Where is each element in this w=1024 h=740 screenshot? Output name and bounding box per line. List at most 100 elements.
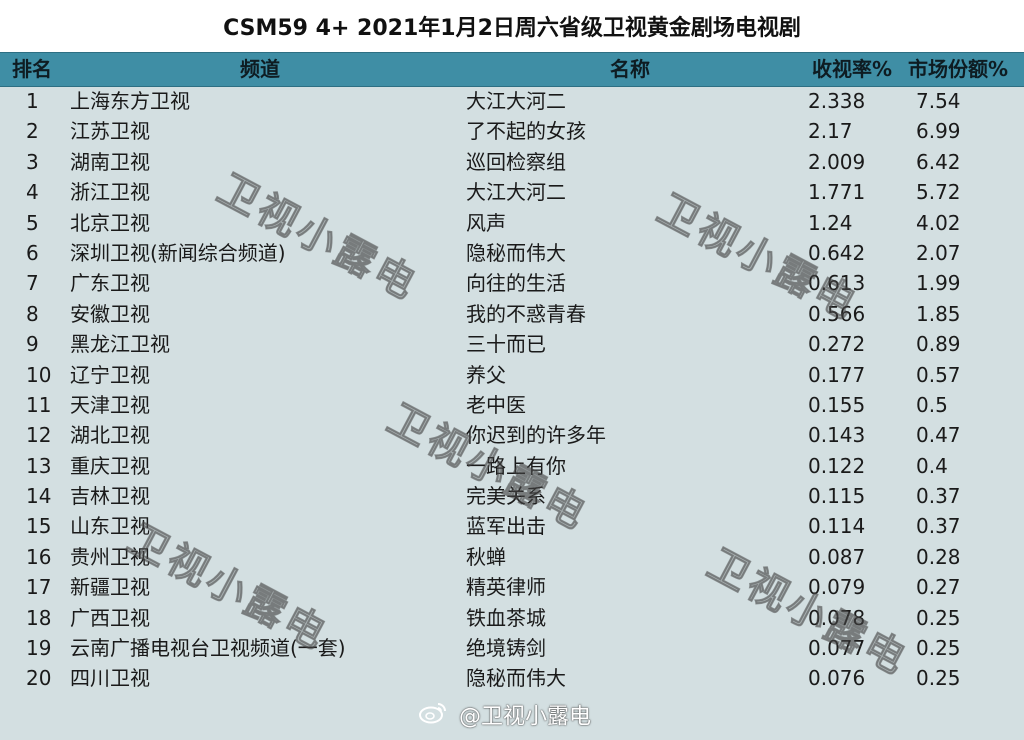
share-cell: 0.47 [916,423,961,448]
name-cell: 完美关系 [466,484,546,509]
share-cell: 1.85 [916,301,961,326]
rating-cell: 0.155 [808,392,866,417]
rank-cell: 4 [26,180,39,205]
table-row: 12 湖北卫视 你迟到的许多年 0.143 0.47 [0,420,1024,450]
rank-cell: 3 [26,149,39,174]
name-cell: 秋蝉 [466,544,506,569]
channel-cell: 湖北卫视 [70,423,150,448]
channel-cell: 安徽卫视 [70,301,150,326]
channel-cell: 浙江卫视 [70,180,150,205]
share-cell: 0.57 [916,362,961,387]
share-cell: 2.07 [916,240,961,265]
rank-cell: 6 [26,240,39,265]
rank-cell: 15 [26,514,52,539]
channel-cell: 广西卫视 [70,605,150,630]
rating-cell: 0.115 [808,484,866,509]
rating-cell: 0.078 [808,605,866,630]
name-cell: 老中医 [466,392,526,417]
rating-cell: 0.177 [808,362,866,387]
table-row: 4 浙江卫视 大江大河二 1.771 5.72 [0,177,1024,207]
table-row: 3 湖南卫视 巡回检察组 2.009 6.42 [0,147,1024,177]
rank-cell: 1 [26,89,39,113]
rating-cell: 0.114 [808,514,866,539]
share-cell: 5.72 [916,180,961,205]
rating-cell: 0.087 [808,544,866,569]
name-cell: 蓝军出击 [466,514,546,539]
rating-cell: 2.17 [808,119,853,144]
share-cell: 0.28 [916,544,961,569]
table-body: 1 上海东方卫视 大江大河二 2.338 7.54 2 江苏卫视 了不起的女孩 2.17 6.99… [0,86,1024,694]
name-cell: 了不起的女孩 [466,119,586,144]
rating-cell: 0.272 [808,332,866,357]
table-header: 排名 频道 名称 收视率% 市场份额% [0,52,1024,87]
share-cell: 0.37 [916,514,961,539]
name-cell: 三十而已 [466,332,546,357]
rating-cell: 0.079 [808,575,866,600]
name-cell: 绝境铸剑 [466,636,546,661]
rating-cell: 0.077 [808,636,866,661]
name-cell: 向往的生活 [466,271,566,296]
name-cell: 巡回检察组 [466,149,566,174]
table-row: 18 广西卫视 铁血茶城 0.078 0.25 [0,603,1024,633]
channel-cell: 北京卫视 [70,210,150,235]
share-cell: 0.37 [916,484,961,509]
table-row: 20 四川卫视 隐秘而伟大 0.076 0.25 [0,663,1024,693]
rank-cell: 13 [26,453,52,478]
rank-cell: 5 [26,210,39,235]
table-row: 8 安徽卫视 我的不惑青春 0.566 1.85 [0,299,1024,329]
channel-cell: 吉林卫视 [70,484,150,509]
share-cell: 7.54 [916,89,961,113]
header-channel: 频道 [240,57,280,81]
weibo-watermark: @卫视小露电 [418,700,591,734]
rating-cell: 1.24 [808,210,853,235]
share-cell: 0.27 [916,575,961,600]
share-cell: 1.99 [916,271,961,296]
share-cell: 0.5 [916,392,948,417]
table-row: 1 上海东方卫视 大江大河二 2.338 7.54 [0,86,1024,116]
rank-cell: 20 [26,666,52,691]
name-cell: 大江大河二 [466,180,566,205]
weibo-logo-icon [418,700,448,735]
name-cell: 隐秘而伟大 [466,666,566,691]
name-cell: 精英律师 [466,575,546,600]
header-rank: 排名 [12,57,52,81]
name-cell: 铁血茶城 [466,605,546,630]
table-row: 10 辽宁卫视 养父 0.177 0.57 [0,360,1024,390]
rank-cell: 12 [26,423,52,448]
table-row: 5 北京卫视 风声 1.24 4.02 [0,208,1024,238]
share-cell: 0.4 [916,453,948,478]
channel-cell: 广东卫视 [70,271,150,296]
rating-cell: 2.009 [808,149,866,174]
table-title: CSM59 4+ 2021年1月2日周六省级卫视黄金剧场电视剧 [0,0,1024,52]
table-row: 11 天津卫视 老中医 0.155 0.5 [0,390,1024,420]
rank-cell: 19 [26,636,52,661]
channel-cell: 天津卫视 [70,392,150,417]
rank-cell: 17 [26,575,52,600]
share-cell: 6.42 [916,149,961,174]
rating-cell: 0.642 [808,240,866,265]
table-row: 2 江苏卫视 了不起的女孩 2.17 6.99 [0,116,1024,146]
share-cell: 0.89 [916,332,961,357]
table-row: 6 深圳卫视(新闻综合频道) 隐秘而伟大 0.642 2.07 [0,238,1024,268]
table-row: 15 山东卫视 蓝军出击 0.114 0.37 [0,511,1024,541]
channel-cell: 上海东方卫视 [70,89,190,113]
header-share: 市场份额% [908,57,1009,81]
share-cell: 0.25 [916,636,961,661]
share-cell: 6.99 [916,119,961,144]
name-cell: 你迟到的许多年 [466,423,606,448]
rating-cell: 2.338 [808,89,866,113]
channel-cell: 辽宁卫视 [70,362,150,387]
share-cell: 4.02 [916,210,961,235]
name-cell: 我的不惑青春 [466,301,586,326]
name-cell: 隐秘而伟大 [466,240,566,265]
name-cell: 一路上有你 [466,453,566,478]
rating-cell: 1.771 [808,180,866,205]
table-row: 9 黑龙江卫视 三十而已 0.272 0.89 [0,329,1024,359]
channel-cell: 重庆卫视 [70,453,150,478]
header-rating: 收视率% [812,57,893,81]
channel-cell: 湖南卫视 [70,149,150,174]
name-cell: 养父 [466,362,506,387]
table-row: 13 重庆卫视 一路上有你 0.122 0.4 [0,451,1024,481]
rank-cell: 18 [26,605,52,630]
name-cell: 大江大河二 [466,89,566,113]
